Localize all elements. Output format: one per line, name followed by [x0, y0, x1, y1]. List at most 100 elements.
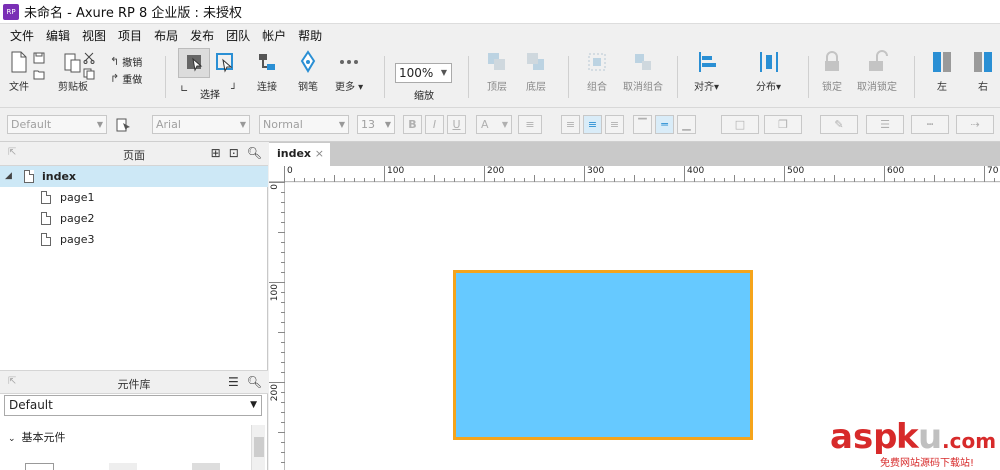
document-tab-bar: index × — [269, 142, 1000, 166]
dock-left-icon — [933, 52, 951, 72]
font-family-select[interactable]: Arial ▼ — [152, 115, 250, 134]
distribute-button[interactable]: 分布▾ — [756, 50, 781, 93]
menu-project[interactable]: 项目 — [112, 27, 148, 44]
scrollbar-thumb[interactable] — [254, 437, 264, 457]
chevron-down-icon: ▼ — [250, 400, 257, 410]
connect-button[interactable]: 连接 — [256, 50, 278, 93]
ruler-label: 100 — [387, 166, 405, 176]
library-select[interactable]: Default ▼ — [4, 395, 262, 416]
ungroup-icon — [635, 54, 651, 70]
widget-placeholder-thumb[interactable] — [192, 463, 220, 470]
font-size-select[interactable]: 13 ▼ — [357, 115, 395, 134]
dock-right-icon — [974, 52, 992, 72]
add-page-icon[interactable]: ⊞ — [211, 146, 221, 160]
menu-help[interactable]: 帮助 — [292, 27, 328, 44]
valign-bottom-button[interactable]: ▁ — [677, 115, 696, 134]
valign-top-button[interactable]: ▔ — [633, 115, 652, 134]
align-button[interactable]: 对齐▾ — [694, 50, 719, 93]
menu-team[interactable]: 团队 — [220, 27, 256, 44]
line-style-button[interactable]: ┅ — [911, 115, 949, 134]
underline-button[interactable]: U — [447, 115, 466, 134]
align-text-right-button[interactable]: ≡ — [605, 115, 624, 134]
align-left-icon — [698, 52, 716, 72]
save-icon[interactable] — [33, 52, 45, 64]
style-select[interactable]: Default ▼ — [7, 115, 107, 134]
library-scrollbar[interactable] — [251, 425, 265, 470]
line-color-icon: ✎ — [834, 118, 844, 131]
select-intersect-button[interactable] — [178, 48, 210, 78]
align-text-center-button[interactable]: ≡ — [583, 115, 602, 134]
aspku-logo-icon: asp k u .com — [830, 417, 996, 454]
search-icon[interactable]: 🔍︎ — [247, 375, 262, 389]
file-button[interactable]: 文件 — [8, 50, 30, 93]
widget-box-thumb[interactable] — [25, 463, 54, 470]
search-icon[interactable]: 🔍︎ — [247, 146, 262, 160]
valign-middle-button[interactable]: ═ — [655, 115, 674, 134]
shadow-button[interactable]: ❐ — [764, 115, 802, 134]
menu-file[interactable]: 文件 — [4, 27, 40, 44]
unlock-button[interactable]: 取消锁定 — [857, 50, 897, 93]
ruler-label: 100 — [270, 284, 280, 302]
zoom-select[interactable]: 100% ▼ — [395, 63, 452, 83]
page-tree-item-page1[interactable]: page1 — [0, 187, 268, 208]
ruler-corner — [269, 166, 285, 182]
bold-button[interactable]: B — [403, 115, 422, 134]
menu-edit[interactable]: 编辑 — [40, 27, 76, 44]
more-button[interactable]: 更多 ▾ — [335, 50, 363, 93]
left-panel-toggle[interactable]: 左 — [931, 50, 953, 93]
font-weight-select[interactable]: Normal ▼ — [259, 115, 349, 134]
page-tree-item-page2[interactable]: page2 — [0, 208, 268, 229]
pen-button[interactable]: 钢笔 — [297, 50, 319, 93]
bring-to-front-button[interactable]: 顶层 — [486, 50, 508, 93]
lock-button[interactable]: 锁定 — [821, 50, 843, 93]
right-panel-toggle[interactable]: 右 — [972, 50, 994, 93]
italic-button[interactable]: I — [425, 115, 444, 134]
copy-icon[interactable] — [83, 68, 95, 80]
format-painter-icon[interactable] — [115, 117, 133, 133]
open-folder-icon[interactable] — [33, 68, 45, 80]
redo-button[interactable]: ↱ 重做 — [110, 71, 142, 86]
font-color-button[interactable]: A ▼ — [476, 115, 512, 134]
undo-button[interactable]: ↰ 撤销 — [110, 54, 142, 69]
arrow-style-button[interactable]: ⇢ — [956, 115, 994, 134]
zoom-label: 缩放 — [414, 91, 434, 102]
ruler-label: 200 — [270, 384, 280, 402]
bullet-list-button[interactable]: ≡ — [518, 115, 542, 134]
menu-icon[interactable]: ☰ — [228, 375, 239, 389]
ruler-label: 600 — [887, 166, 905, 176]
send-to-back-button[interactable]: 底层 — [525, 50, 547, 93]
vertical-ruler: 0 100 200 — [269, 182, 285, 470]
axure-app-icon: RP — [3, 3, 19, 20]
svg-text:u: u — [918, 417, 942, 454]
widget-image-thumb[interactable] — [109, 463, 137, 470]
cut-icon[interactable] — [83, 52, 95, 64]
tab-index[interactable]: index × — [269, 143, 330, 166]
caret-down-icon[interactable]: ◢ — [5, 166, 12, 187]
add-folder-icon[interactable]: ⊡ — [229, 146, 239, 160]
group-button[interactable]: 组合 — [586, 50, 608, 93]
menu-account[interactable]: 帐户 — [256, 27, 292, 44]
line-width-button[interactable]: ☰ — [866, 115, 904, 134]
svg-text:k: k — [896, 417, 920, 454]
page-icon — [41, 212, 51, 225]
page-tree-item-index[interactable]: ◢ index — [0, 166, 268, 187]
chevron-down-icon: ▼ — [501, 120, 508, 129]
rectangle-widget[interactable] — [453, 270, 753, 440]
fill-color-button[interactable]: □ — [721, 115, 759, 134]
toolbar-separator — [468, 56, 469, 98]
align-text-left-button[interactable]: ≡ — [561, 115, 580, 134]
select-contained-button[interactable] — [214, 51, 240, 77]
page-tree-item-page3[interactable]: page3 — [0, 229, 268, 250]
redo-icon: ↱ — [110, 72, 120, 85]
close-icon[interactable]: × — [315, 143, 324, 165]
style-toolbar: Default ▼ Arial ▼ Normal ▼ 13 ▼ B I U A ▼ ≡ ≡… — [0, 108, 1000, 142]
library-section-basic[interactable]: ⌄ 基本元件 — [8, 429, 66, 445]
line-color-button[interactable]: ✎ — [820, 115, 858, 134]
bring-front-icon — [488, 53, 505, 70]
menu-publish[interactable]: 发布 — [184, 27, 220, 44]
aspku-watermark: asp k u .com 免费网站源码下载站! — [828, 412, 1000, 470]
chevron-down-icon: ⌄ — [8, 434, 16, 444]
menu-view[interactable]: 视图 — [76, 27, 112, 44]
ungroup-button[interactable]: 取消组合 — [623, 50, 663, 93]
menu-arrange[interactable]: 布局 — [148, 27, 184, 44]
